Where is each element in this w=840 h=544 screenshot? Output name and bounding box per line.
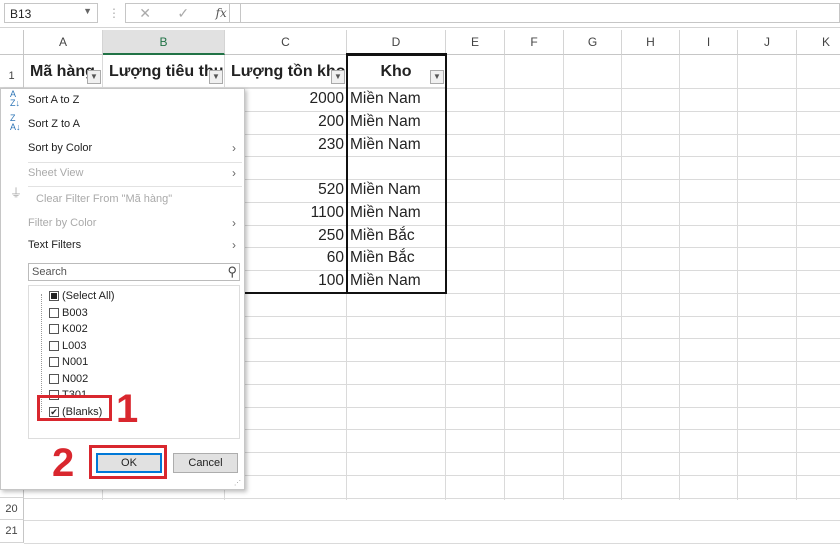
filter-item-label: K002 xyxy=(62,323,88,335)
filter-dropdown-button[interactable]: ▼ xyxy=(331,70,345,84)
filter-by-color: Filter by Color › xyxy=(1,212,244,234)
text-filters[interactable]: Text Filters › xyxy=(1,234,244,256)
column-header-e[interactable]: E xyxy=(446,30,505,55)
sort-by-color[interactable]: Sort by Color › xyxy=(1,137,244,159)
filter-item-label: N002 xyxy=(62,372,89,385)
filter-item[interactable]: B003 xyxy=(49,305,88,321)
filter-dropdown-button[interactable]: ▼ xyxy=(209,70,223,84)
sort-z-to-a[interactable]: Z A↓ Sort Z to A xyxy=(1,113,244,135)
formula-bar: B13 ▼ ⋮ ✕ ✓ fx xyxy=(0,0,840,28)
sort-za-icon: Z A↓ xyxy=(10,113,21,132)
label: Clear Filter From "Mã hàng" xyxy=(36,193,173,205)
row-header-20[interactable]: 20 xyxy=(0,497,24,521)
filter-item-label: L003 xyxy=(62,339,87,352)
label: Text Filters xyxy=(28,239,82,251)
chevron-right-icon: › xyxy=(232,216,236,230)
filter-item-label: N001 xyxy=(62,356,89,368)
cancel-icon[interactable]: ✕ xyxy=(139,5,151,22)
label: Sort A to Z xyxy=(28,94,80,106)
enter-icon[interactable]: ✓ xyxy=(177,5,189,22)
label: Sheet View xyxy=(28,167,84,179)
formula-input[interactable] xyxy=(229,3,840,23)
column-header-d[interactable]: D xyxy=(347,30,446,55)
clear-filter: ⏚ Clear Filter From "Mã hàng" xyxy=(1,186,244,210)
chevron-down-icon[interactable]: ▼ xyxy=(83,6,92,16)
gridline xyxy=(24,497,840,499)
chevron-right-icon: › xyxy=(232,238,236,252)
column-header-k[interactable]: K xyxy=(797,30,840,55)
formula-buttons: ✕ ✓ fx xyxy=(125,3,241,23)
checkbox[interactable] xyxy=(49,357,59,367)
name-box-value: B13 xyxy=(10,7,32,21)
column-header-c[interactable]: C xyxy=(225,30,347,55)
checkbox[interactable] xyxy=(49,307,59,318)
chevron-right-icon: › xyxy=(232,166,236,180)
column-header-h[interactable]: H xyxy=(622,30,680,55)
column-header-b[interactable]: B xyxy=(103,30,225,55)
row-header-21[interactable]: 21 xyxy=(0,520,24,543)
checkbox[interactable] xyxy=(49,340,59,351)
label: Filter by Color xyxy=(28,217,97,229)
gridline xyxy=(24,520,840,522)
column-header-g[interactable]: G xyxy=(564,30,622,55)
filter-item[interactable]: (Select All) xyxy=(49,288,115,304)
label: Sort by Color xyxy=(28,142,93,154)
checkbox[interactable] xyxy=(49,291,59,301)
filter-item[interactable]: N001 xyxy=(49,354,88,370)
filter-item-label: (Select All) xyxy=(62,290,115,302)
step-2-label: 2 xyxy=(52,441,75,485)
header-cell[interactable]: Lượng tồn kho xyxy=(225,55,347,88)
column-d-border xyxy=(346,53,447,294)
clear-filter-icon: ⏚ xyxy=(10,186,23,200)
column-header-i[interactable]: I xyxy=(680,30,738,55)
gridline xyxy=(504,55,505,500)
filter-item[interactable]: K002 xyxy=(49,321,88,337)
row-header-1[interactable]: 1 xyxy=(0,55,24,88)
search-input[interactable]: Search ⚲ xyxy=(28,263,240,281)
gridline xyxy=(796,55,797,500)
sort-a-to-z[interactable]: A Z↓ Sort A to Z xyxy=(1,89,244,111)
filter-item[interactable]: N002 xyxy=(49,371,88,387)
chevron-right-icon: › xyxy=(232,141,236,155)
gridline xyxy=(737,55,738,500)
resize-grip-icon[interactable]: ⋰ xyxy=(234,479,241,487)
more-options-icon: ⋮ xyxy=(108,6,120,20)
column-header-a[interactable]: A xyxy=(24,30,103,55)
cancel-button[interactable]: Cancel xyxy=(173,453,238,473)
column-header-f[interactable]: F xyxy=(505,30,564,55)
search-icon: ⚲ xyxy=(227,264,237,279)
filter-item-label: B003 xyxy=(62,306,88,319)
filter-item[interactable]: L003 xyxy=(49,338,86,354)
sheet-view: Sheet View › xyxy=(1,162,244,184)
divider xyxy=(28,186,242,187)
insert-function-icon[interactable]: fx xyxy=(216,6,227,20)
search-placeholder: Search xyxy=(32,266,67,278)
gridline xyxy=(621,55,622,500)
column-header-j[interactable]: J xyxy=(738,30,797,55)
label: Sort Z to A xyxy=(28,118,80,130)
checkbox[interactable] xyxy=(49,373,59,384)
select-all-corner[interactable] xyxy=(0,30,24,55)
filter-dropdown-button[interactable]: ▼ xyxy=(87,70,101,84)
gridline xyxy=(563,55,564,500)
highlight-blanks xyxy=(37,395,112,421)
checkbox[interactable] xyxy=(49,324,59,334)
sort-az-icon: A Z↓ xyxy=(10,89,20,108)
step-1-label: 1 xyxy=(116,387,139,431)
name-box[interactable]: B13 ▼ xyxy=(4,3,98,23)
header-cell[interactable]: Lượng tiêu thụ xyxy=(103,55,225,88)
highlight-ok xyxy=(89,445,167,479)
gridline xyxy=(679,55,680,500)
